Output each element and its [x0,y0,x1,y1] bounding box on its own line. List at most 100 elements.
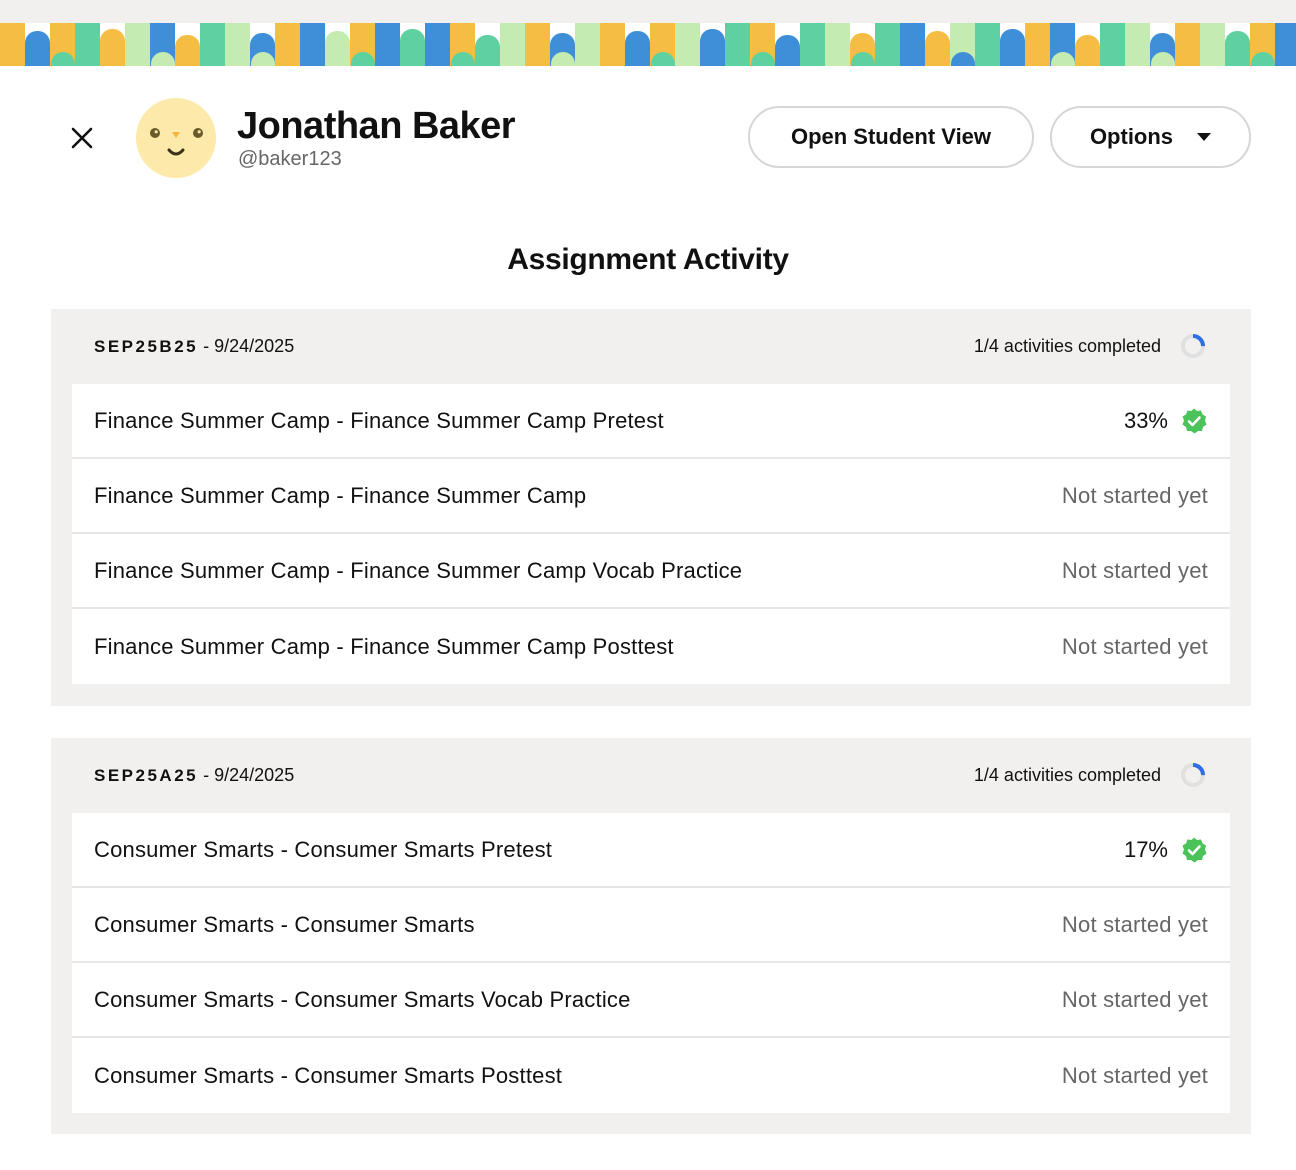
banner-stripe [500,23,525,66]
student-username: @baker123 [238,148,342,170]
banner-stripe [875,23,900,66]
activity-score-value: 17% [1123,836,1168,862]
activity-list: Consumer Smarts - Consumer Smarts Pretes… [72,813,1230,1113]
assignment-progress: 1/4 activities completed [974,332,1207,360]
banner-stripe [75,23,100,66]
progress-ring-icon [1181,763,1205,787]
assignment-card: SEP25B25 - 9/24/2025 1/4 activities comp… [51,309,1251,706]
activity-status: Not started yet [1061,1062,1208,1088]
banner-stripe [400,29,425,66]
assignment-code: SEP25B25 [94,336,199,356]
banner-stripe [325,31,350,66]
caret-down-icon [1197,133,1212,141]
banner-stripe [600,23,625,66]
activity-row[interactable]: Finance Summer Camp - Finance Summer Cam… [72,534,1230,609]
activity-score: 33% [1124,407,1208,435]
banner-stripe [1075,35,1100,66]
banner-stripe [25,31,50,66]
activity-status: Not started yet [1061,482,1208,508]
banner-stripe [575,23,600,66]
activity-row[interactable]: Finance Summer Camp - Finance Summer Cam… [72,384,1230,459]
banner-stripe [225,23,250,66]
banner-stripe [475,35,500,66]
banner-stripe [975,23,1000,66]
activity-title: Consumer Smarts - Consumer Smarts Vocab … [94,986,631,1012]
banner-stripe [525,23,550,66]
progress-ring-icon [1181,334,1205,358]
assignment-progress: 1/4 activities completed [974,761,1207,789]
assignment-label: SEP25A25 - 9/24/2025 [94,765,294,786]
banner-stripe [300,23,325,66]
activity-row[interactable]: Finance Summer Camp - Finance Summer Cam… [72,459,1230,534]
banner-stripe [775,35,800,66]
banner-stripe [425,23,450,66]
activities-completed-text: 1/4 activities completed [973,764,1161,785]
activity-status: Not started yet [1061,633,1208,659]
avatar [136,98,216,178]
activity-row[interactable]: Consumer Smarts - Consumer Smarts Postte… [72,1038,1230,1113]
activities-completed-text: 1/4 activities completed [973,335,1161,356]
banner-stripe [275,23,300,66]
open-student-view-label: Open Student View [790,124,992,149]
banner-stripe [0,23,25,66]
banner-stripe [700,29,725,66]
banner-stripe [1175,23,1200,66]
assignment-date: - 9/24/2025 [198,335,295,356]
activity-title: Finance Summer Camp - Finance Summer Cam… [94,557,743,583]
banner-stripe [200,23,225,66]
banner-stripe [1025,23,1050,66]
banner-stripe [1275,23,1296,66]
decorative-banner [0,23,1296,66]
banner-stripe [800,23,825,66]
activity-row[interactable]: Consumer Smarts - Consumer Smarts Not sta… [72,888,1230,963]
assignment-code: SEP25A25 [94,765,199,785]
activity-title: Finance Summer Camp - Finance Summer Cam… [94,633,674,659]
banner-stripe [175,35,200,66]
banner-stripe [1100,23,1125,66]
banner-stripe [1125,23,1150,66]
activity-title: Finance Summer Camp - Finance Summer Cam… [94,407,664,433]
activity-status: Not started yet [1061,911,1208,937]
banner-stripe [1000,29,1025,66]
options-dropdown-button[interactable]: Options [1050,106,1251,168]
banner-stripe [100,29,125,66]
banner-stripe [925,31,950,66]
assignment-header: SEP25B25 - 9/24/2025 1/4 activities comp… [94,333,1207,359]
assignment-label: SEP25B25 - 9/24/2025 [94,336,294,357]
section-title: Assignment Activity [507,243,789,276]
activity-score-value: 33% [1123,407,1168,433]
close-button[interactable] [64,120,100,156]
completed-check-icon [1182,408,1207,433]
open-student-view-button[interactable]: Open Student View [748,106,1034,168]
banner-top-strip [0,0,1296,23]
activity-title: Finance Summer Camp - Finance Summer Cam… [94,482,587,508]
banner-stripe [375,23,400,66]
options-label: Options [1089,124,1174,149]
activity-title: Consumer Smarts - Consumer Smarts Pretes… [94,836,553,862]
student-detail-page: Jonathan Baker @baker123 Open Student Vi… [0,0,1296,1170]
banner-stripe [1200,23,1225,66]
activity-row[interactable]: Consumer Smarts - Consumer Smarts Vocab … [72,963,1230,1038]
activity-status: Not started yet [1061,557,1208,583]
banner-stripe [725,23,750,66]
activity-title: Consumer Smarts - Consumer Smarts Postte… [94,1062,563,1088]
banner-stripe [900,23,925,66]
assignment-card: SEP25A25 - 9/24/2025 1/4 activities comp… [51,738,1251,1134]
banner-stripe [1225,31,1250,66]
activity-row[interactable]: Consumer Smarts - Consumer Smarts Pretes… [72,813,1230,888]
banner-stripe [825,23,850,66]
activity-title: Consumer Smarts - Consumer Smarts [94,911,475,937]
activity-list: Finance Summer Camp - Finance Summer Cam… [72,384,1230,684]
completed-check-icon [1182,837,1207,862]
smiley-face-icon [150,128,203,156]
assignment-date: - 9/24/2025 [198,764,295,785]
close-icon [71,127,93,149]
student-name: Jonathan Baker [237,105,516,147]
activity-row[interactable]: Finance Summer Camp - Finance Summer Cam… [72,609,1230,684]
assignment-header: SEP25A25 - 9/24/2025 1/4 activities comp… [94,762,1207,788]
banner-stripe [675,23,700,66]
banner-stripe [625,31,650,66]
activity-score: 17% [1124,836,1208,864]
activity-status: Not started yet [1061,986,1208,1012]
banner-stripe [125,23,150,66]
